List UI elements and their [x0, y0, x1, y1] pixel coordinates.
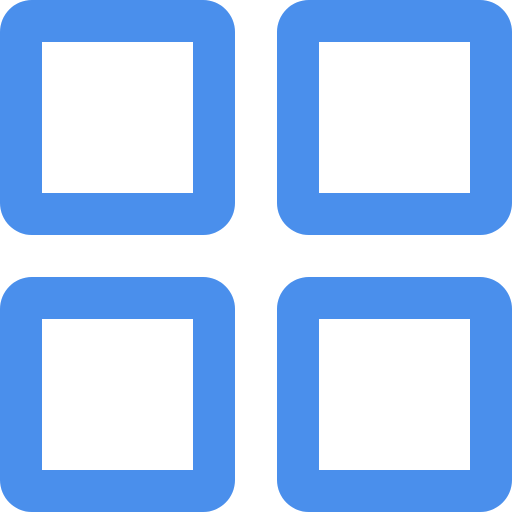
grid-cell-top-left [0, 0, 235, 235]
grid-icon [0, 0, 512, 512]
grid-cell-bottom-right [277, 277, 512, 512]
grid-cell-bottom-left [0, 277, 235, 512]
grid-cell-top-right [277, 0, 512, 235]
